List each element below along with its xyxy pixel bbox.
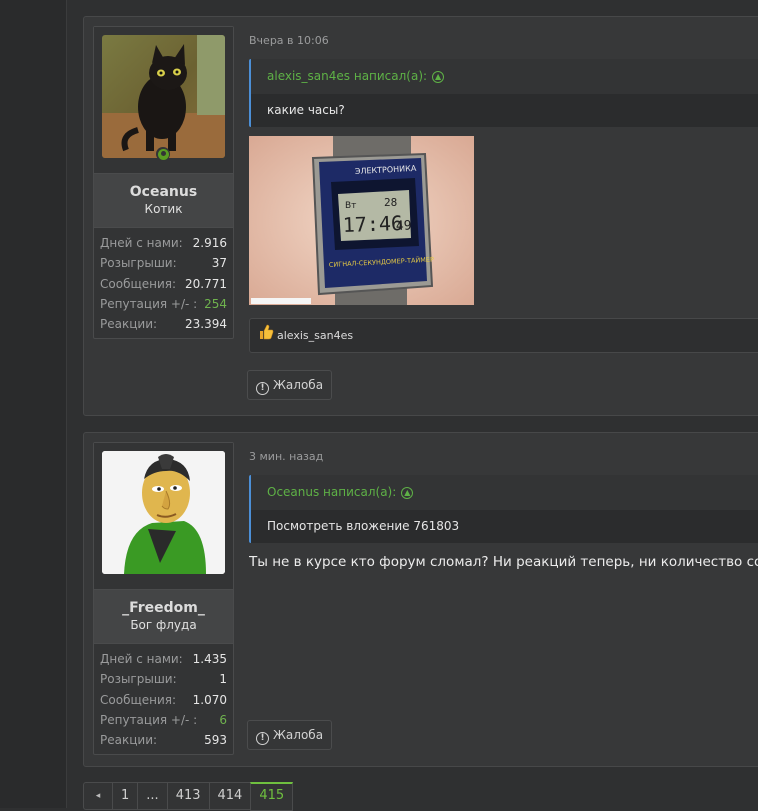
stat-row: Сообщения: 1.070 bbox=[100, 690, 227, 710]
alert-icon: ! bbox=[256, 382, 269, 395]
stat-value: 2.916 bbox=[192, 236, 227, 250]
stat-row: Реакции: 23.394 bbox=[100, 314, 227, 334]
quote-header[interactable]: alexis_san4es написал(а): ▲ bbox=[251, 59, 758, 94]
reaction-user-link[interactable]: alexis_san4es bbox=[277, 329, 353, 342]
post: _Freedom_ Бог флуда Дней с нами: 1.435 Ро… bbox=[83, 432, 758, 767]
quote-author[interactable]: alexis_san4es написал(а): bbox=[267, 69, 427, 83]
stat-label: Дней с нами: bbox=[100, 652, 183, 666]
stat-value: 593 bbox=[204, 733, 227, 748]
online-status-icon bbox=[156, 147, 170, 161]
arrow-up-circle-icon[interactable]: ▲ bbox=[401, 486, 414, 499]
avatar-box bbox=[94, 27, 233, 173]
character-avatar-image bbox=[102, 451, 225, 574]
username-link[interactable]: _Freedom_ bbox=[94, 599, 233, 617]
post: Oceanus Котик Дней с нами: 2.916 Розыгрыш… bbox=[83, 16, 758, 416]
stat-value: 1.070 bbox=[192, 692, 227, 707]
watch-photo: ЭЛЕКТРОНИКА Вт 28 17:46 49 СИГНАЛ-СЕКУНД… bbox=[249, 136, 474, 305]
quote-text: какие часы? bbox=[267, 103, 345, 117]
quote-block: Oceanus написал(а): ▲ Посмотреть вложение… bbox=[249, 475, 758, 543]
stat-value: 1 bbox=[219, 672, 227, 687]
stat-row: Репутация +/- : 254 bbox=[100, 294, 227, 314]
post-date[interactable]: 3 мин. назад bbox=[249, 450, 323, 463]
stat-row: Розыгрыши: 1 bbox=[100, 669, 227, 689]
stat-label: Репутация +/- : bbox=[100, 712, 198, 727]
stat-row: Розыгрыши: 37 bbox=[100, 253, 227, 273]
alert-icon: ! bbox=[256, 732, 269, 745]
avatar[interactable] bbox=[102, 451, 225, 574]
watch-time-text: 17:46 bbox=[342, 211, 403, 237]
user-name-box: Oceanus Котик bbox=[94, 173, 233, 228]
avatar-box bbox=[94, 443, 233, 589]
stat-label: Сообщения: bbox=[100, 692, 177, 707]
post-date[interactable]: Вчера в 10:06 bbox=[249, 34, 329, 47]
quote-author[interactable]: Oceanus написал(а): bbox=[267, 485, 396, 499]
user-stats: Дней с нами: 2.916 Розыгрыши: 37 Сообщения… bbox=[94, 228, 233, 338]
quote-block: alexis_san4es написал(а): ▲ какие часы? bbox=[249, 59, 758, 127]
stat-value: 37 bbox=[211, 256, 227, 271]
stat-row: Дней с нами: 2.916 bbox=[100, 233, 227, 253]
quote-text[interactable]: Посмотреть вложение 761803 bbox=[251, 510, 758, 543]
stat-value: 1.435 bbox=[192, 652, 227, 666]
stat-value: 20.771 bbox=[185, 276, 227, 291]
thumbs-up-icon bbox=[258, 320, 274, 353]
watch-day-text: Вт bbox=[345, 201, 356, 211]
reputation-value[interactable]: 6 bbox=[219, 710, 227, 730]
stat-label: Реакции: bbox=[100, 317, 158, 332]
user-title: Бог флуда bbox=[130, 618, 197, 632]
report-label: Жалоба bbox=[273, 728, 324, 742]
report-label: Жалоба bbox=[273, 378, 324, 392]
reactions-bar[interactable]: alexis_san4es bbox=[249, 318, 758, 353]
stat-label: Розыгрыши: bbox=[100, 672, 177, 687]
stat-row: Дней с нами: 1.435 bbox=[100, 649, 227, 669]
stat-label: Сообщения: bbox=[100, 276, 177, 291]
report-button[interactable]: ! Жалоба bbox=[247, 720, 333, 750]
reputation-value[interactable]: 254 bbox=[204, 294, 227, 314]
attached-image[interactable]: ЭЛЕКТРОНИКА Вт 28 17:46 49 СИГНАЛ-СЕКУНД… bbox=[249, 136, 474, 305]
stat-row: Реакции: 593 bbox=[100, 730, 227, 750]
stat-value: 23.394 bbox=[185, 317, 227, 332]
stat-label: Розыгрыши: bbox=[100, 256, 177, 271]
report-button[interactable]: ! Жалоба bbox=[247, 370, 333, 400]
page-link[interactable]: 414 bbox=[208, 782, 251, 810]
page-link[interactable]: 413 bbox=[166, 782, 209, 810]
cat-avatar-image bbox=[102, 35, 225, 158]
arrow-up-circle-icon[interactable]: ▲ bbox=[432, 70, 445, 83]
quote-header[interactable]: Oceanus написал(а): ▲ bbox=[251, 475, 758, 510]
current-page[interactable]: 415 bbox=[250, 782, 294, 811]
page-link[interactable]: 1 bbox=[112, 782, 138, 810]
stat-row: Сообщения: 20.771 bbox=[100, 274, 227, 294]
watch-seconds-text: 49 bbox=[396, 218, 412, 234]
watch-date-text: 28 bbox=[384, 196, 397, 209]
stat-label: Реакции: bbox=[100, 733, 158, 748]
post-message-text: Ты не в курсе кто форум сломал? Ни реакц… bbox=[249, 554, 758, 570]
user-title: Котик bbox=[144, 202, 183, 216]
pagination: ◂ 1 ... 413 414 415 bbox=[83, 782, 294, 811]
prev-page-button[interactable]: ◂ bbox=[83, 782, 112, 810]
username-link[interactable]: Oceanus bbox=[94, 183, 233, 201]
user-stats: Дней с нами: 1.435 Розыгрыши: 1 Сообщения:… bbox=[94, 644, 233, 754]
user-cell: Oceanus Котик Дней с нами: 2.916 Розыгрыш… bbox=[93, 26, 234, 340]
left-rail bbox=[0, 0, 67, 808]
stat-label: Репутация +/- : bbox=[100, 296, 198, 311]
user-name-box: _Freedom_ Бог флуда bbox=[94, 589, 233, 644]
stat-label: Дней с нами: bbox=[100, 236, 183, 250]
stat-row: Репутация +/- : 6 bbox=[100, 710, 227, 730]
page-ellipsis[interactable]: ... bbox=[137, 782, 167, 810]
user-cell: _Freedom_ Бог флуда Дней с нами: 1.435 Ро… bbox=[93, 442, 234, 756]
avatar[interactable] bbox=[102, 35, 225, 158]
